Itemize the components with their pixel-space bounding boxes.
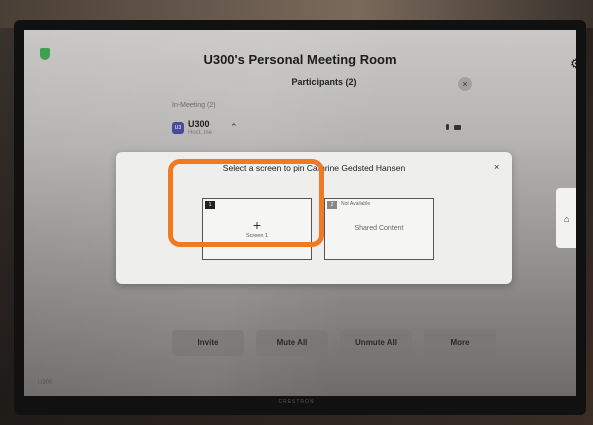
home-icon: ⌂ [564, 214, 570, 224]
invite-button[interactable]: Invite [172, 330, 244, 356]
participants-close-button[interactable]: × [458, 77, 472, 91]
participant-name: U300 [188, 119, 210, 129]
shared-content-label: Shared Content [354, 225, 404, 232]
participant-role: Host, me [188, 130, 213, 136]
mute-all-button[interactable]: Mute All [256, 330, 328, 356]
participants-title: Participants (2) [291, 77, 357, 87]
gear-icon[interactable]: ⚙ [570, 56, 576, 72]
action-bar: Invite Mute All Unmute All More [172, 330, 502, 356]
participants-panel: Participants (2) × In-Meeting (2) U3 U30… [164, 70, 484, 150]
orange-highlight-box [168, 159, 324, 247]
dialog-close-button[interactable]: × [494, 162, 499, 172]
crestron-logo: CRESTRON [278, 399, 315, 405]
screen-status: Not Available [341, 201, 371, 207]
screen-2-tile: 2 Not Available Shared Content [324, 198, 434, 260]
avatar: U3 [172, 122, 184, 134]
room-footer-label: U300 [38, 380, 53, 386]
room-title: U300's Personal Meeting Room [203, 52, 397, 67]
unmute-all-button[interactable]: Unmute All [340, 330, 412, 356]
chevron-up-icon[interactable]: ⌃ [230, 122, 238, 133]
microphone-icon[interactable] [446, 124, 449, 130]
screen-number: 2 [327, 201, 337, 209]
in-meeting-label: In-Meeting (2) [172, 102, 216, 109]
home-button[interactable]: ⌂ [556, 188, 576, 248]
camera-icon[interactable] [454, 125, 461, 130]
more-button[interactable]: More [424, 330, 496, 356]
